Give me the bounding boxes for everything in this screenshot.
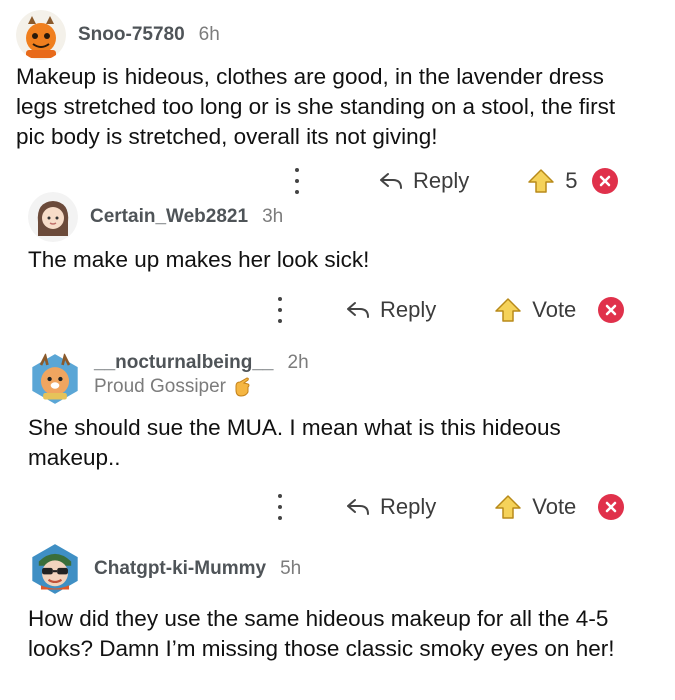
reply-button[interactable]: Reply (346, 494, 436, 520)
reply-arrow-icon (347, 499, 369, 515)
flair-label: Proud Gossiper (94, 376, 227, 397)
avatar-sunglasses-icon[interactable] (28, 542, 82, 596)
upvote-icon (495, 495, 521, 519)
username[interactable]: Snoo-75780 (78, 24, 185, 46)
downvote-button[interactable] (591, 168, 618, 194)
reply-label: Reply (413, 168, 470, 193)
vote-label: Vote (532, 494, 577, 519)
comment-age: 5h (280, 558, 302, 579)
downvote-button[interactable] (598, 494, 625, 520)
comment-header: Chatgpt-ki-Mummy 5h (28, 542, 301, 596)
reply-button[interactable]: Reply (379, 168, 469, 194)
pointing-hand-icon (235, 377, 250, 397)
reply-label: Reply (380, 494, 437, 519)
reply-label: Reply (380, 297, 437, 322)
reply-arrow-icon (380, 173, 402, 189)
downvote-button[interactable] (598, 297, 625, 323)
reply-button[interactable]: Reply (346, 297, 436, 323)
user-info: __nocturnalbeing__ 2h Proud Gossiper (94, 352, 309, 398)
close-x-icon (599, 175, 610, 187)
comment-body: How did they use the same hideous makeup… (28, 606, 615, 661)
user-flair: Proud Gossiper (94, 376, 309, 398)
comment-actions: Reply Vote (268, 297, 625, 323)
avatar-deer-icon[interactable] (28, 352, 82, 406)
more-options-button[interactable] (285, 168, 309, 194)
username[interactable]: __nocturnalbeing__ (94, 352, 274, 374)
comment-age: 3h (262, 206, 284, 227)
comment-actions: Reply 5 (285, 168, 618, 194)
upvote-button[interactable]: Vote (494, 494, 576, 520)
upvote-icon (528, 169, 554, 193)
comment-age: 2h (287, 352, 309, 373)
avatar-girl-icon[interactable] (28, 192, 78, 242)
comment-age: 6h (198, 24, 220, 45)
comment-body: She should sue the MUA. I mean what is t… (28, 415, 561, 470)
close-x-icon (606, 304, 617, 316)
comment-body: The make up makes her look sick! (28, 247, 370, 272)
username[interactable]: Certain_Web2821 (90, 206, 248, 228)
close-x-icon (606, 501, 617, 513)
upvote-button[interactable]: Vote (494, 297, 576, 323)
username[interactable]: Chatgpt-ki-Mummy (94, 558, 266, 580)
more-options-button[interactable] (268, 494, 292, 520)
reply-arrow-icon (347, 302, 369, 318)
comment-header: Certain_Web2821 3h (28, 192, 283, 242)
vote-label: Vote (532, 297, 577, 322)
vote-count: 5 (565, 168, 578, 193)
comment-header: __nocturnalbeing__ 2h Proud Gossiper (28, 352, 309, 406)
upvote-button[interactable]: 5 (527, 168, 578, 194)
upvote-icon (495, 298, 521, 322)
comment-header: Snoo-75780 6h (16, 10, 220, 60)
comment-body: Makeup is hideous, clothes are good, in … (16, 64, 616, 149)
comment-actions: Reply Vote (268, 494, 625, 520)
avatar-orange-character-icon[interactable] (16, 10, 66, 60)
more-options-button[interactable] (268, 297, 292, 323)
